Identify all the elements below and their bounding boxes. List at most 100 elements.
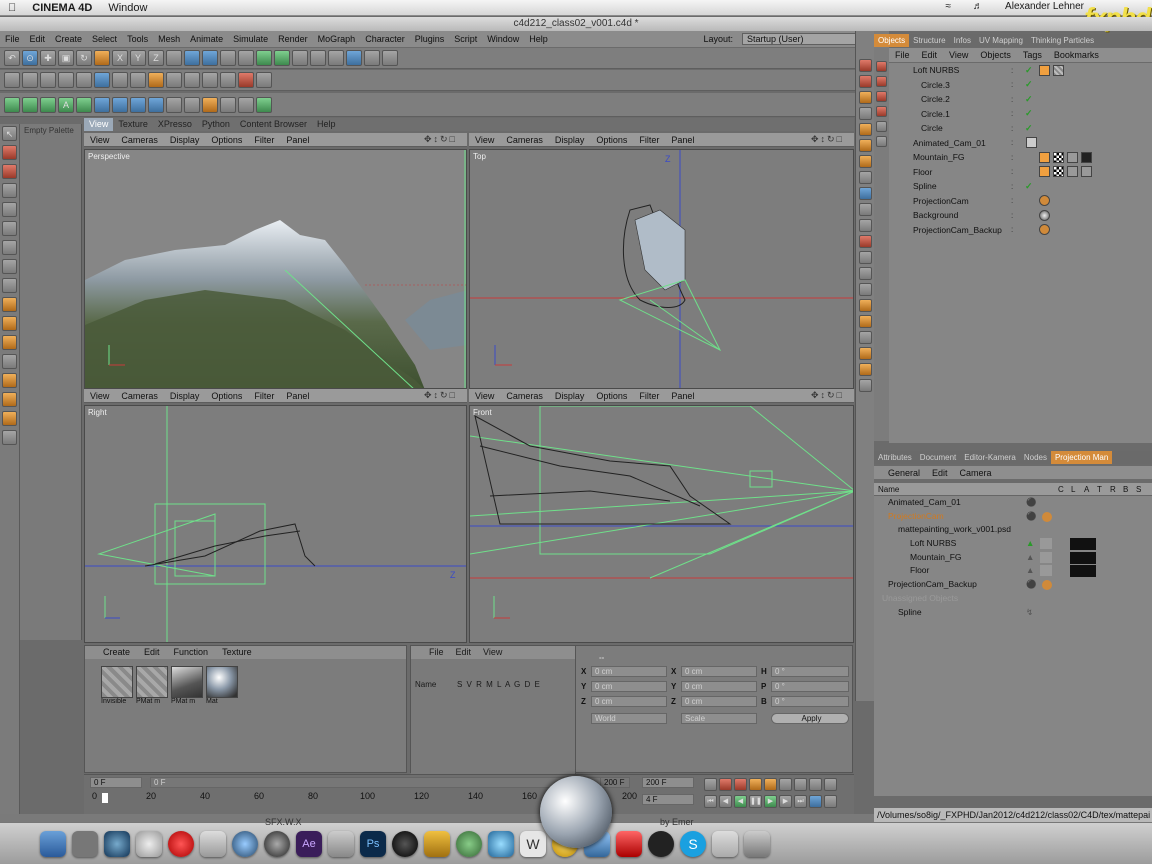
- messenger-icon[interactable]: [456, 830, 482, 857]
- vp-menu-display[interactable]: Display: [164, 135, 206, 145]
- app-menu[interactable]: CINEMA 4D: [24, 2, 100, 14]
- after-effects-icon[interactable]: Ae: [296, 830, 322, 857]
- projection-tag-icon[interactable]: [1042, 511, 1052, 522]
- tab-document[interactable]: Document: [916, 451, 960, 464]
- projection-row[interactable]: Mountain_FG ▲: [874, 551, 1152, 565]
- dynamics-icon[interactable]: [202, 96, 218, 113]
- vp-menu-cameras[interactable]: Cameras: [115, 391, 164, 401]
- workplane-icon[interactable]: [76, 72, 92, 88]
- enabled-check-icon[interactable]: ✓: [1025, 65, 1033, 76]
- enabled-check-icon[interactable]: ✓: [1025, 79, 1033, 90]
- projection-row[interactable]: mattepainting_work_v001.psd: [874, 523, 1152, 537]
- object-row[interactable]: Floor:: [889, 165, 1152, 180]
- menu-character[interactable]: Character: [360, 34, 410, 44]
- param-key-icon[interactable]: [809, 778, 822, 791]
- keyframe-icon[interactable]: [256, 72, 272, 88]
- enabled-check-icon[interactable]: ✓: [1025, 108, 1033, 119]
- magnet-icon[interactable]: [2, 164, 17, 179]
- objects-layer-icon[interactable]: [876, 76, 887, 87]
- projection-row[interactable]: Floor ▲: [874, 564, 1152, 578]
- tab-nodes[interactable]: Nodes: [1020, 451, 1051, 464]
- vp-menu-filter[interactable]: Filter: [248, 391, 280, 401]
- vp-menu-display[interactable]: Display: [549, 135, 591, 145]
- projection-row[interactable]: Spline ↯: [874, 606, 1152, 620]
- go-to-end-icon[interactable]: ⏭: [794, 795, 807, 808]
- viewport-nav-icons[interactable]: ✥↕↻□: [418, 134, 463, 145]
- world-dropdown[interactable]: World: [591, 713, 667, 724]
- object-row[interactable]: Background:: [889, 208, 1152, 223]
- select-arrow-icon[interactable]: ↖: [2, 126, 17, 141]
- phong-tag-icon[interactable]: [1039, 151, 1050, 163]
- compositing-tag-icon[interactable]: [1053, 151, 1064, 163]
- pm-menu-camera[interactable]: Camera: [954, 468, 998, 478]
- recent-tool-icon[interactable]: [94, 50, 110, 66]
- start-frame-field[interactable]: 0 F: [90, 777, 142, 788]
- instance-icon[interactable]: [858, 283, 872, 296]
- mograph-cloner-icon[interactable]: [4, 96, 20, 113]
- object-row[interactable]: Mountain_FG:: [889, 150, 1152, 165]
- sound-icon[interactable]: [858, 235, 872, 248]
- material-swatch[interactable]: PMat m: [136, 666, 168, 708]
- phong-tag-icon[interactable]: [1039, 64, 1050, 76]
- compositing-tag-icon[interactable]: [1053, 166, 1064, 178]
- viewport-nav-icons[interactable]: ✥↕↻□: [805, 390, 850, 401]
- menu-mesh[interactable]: Mesh: [153, 34, 185, 44]
- size-z-field[interactable]: 0 cm: [681, 696, 757, 707]
- vp-menu-filter[interactable]: Filter: [633, 135, 665, 145]
- paint-icon[interactable]: [2, 373, 17, 388]
- object-mode-icon[interactable]: [40, 72, 56, 88]
- prev-key-icon[interactable]: ◀: [719, 795, 732, 808]
- sky-icon[interactable]: [858, 139, 872, 152]
- polygon-pen-icon[interactable]: [2, 278, 17, 293]
- mograph-fracture-icon[interactable]: [22, 96, 38, 113]
- grid-icon[interactable]: [2, 259, 17, 274]
- mat-menu-edit[interactable]: Edit: [137, 646, 167, 659]
- render-view-icon[interactable]: [184, 50, 200, 66]
- vp-menu-filter[interactable]: Filter: [248, 135, 280, 145]
- layout-icon[interactable]: [858, 59, 872, 72]
- vp-menu-panel[interactable]: Panel: [280, 391, 315, 401]
- object-row[interactable]: Circle.2: ✓: [889, 92, 1152, 107]
- lock-workplane-icon[interactable]: [202, 72, 218, 88]
- spline-icon[interactable]: ↯: [1026, 607, 1033, 618]
- tab-thinking-particles[interactable]: Thinking Particles: [1027, 34, 1098, 47]
- layer-icon[interactable]: [2, 430, 17, 445]
- menu-create[interactable]: Create: [50, 34, 87, 44]
- scale-key-icon[interactable]: [779, 778, 792, 791]
- vp-menu-panel[interactable]: Panel: [665, 391, 700, 401]
- mat-menu-create[interactable]: Create: [85, 646, 137, 659]
- tab-help[interactable]: Help: [312, 118, 341, 131]
- obj-menu-edit[interactable]: Edit: [916, 50, 944, 60]
- menu-window[interactable]: Window: [482, 34, 524, 44]
- visibility-dots[interactable]: :: [1011, 109, 1025, 118]
- apple-icon[interactable]: : [0, 2, 24, 14]
- texture-tag-icon[interactable]: [858, 363, 872, 376]
- object-row[interactable]: Circle.3: ✓: [889, 78, 1152, 93]
- finder-window-icon[interactable]: [328, 830, 354, 857]
- documents-stack-icon[interactable]: [712, 830, 738, 857]
- polygons-mode-icon[interactable]: [130, 72, 146, 88]
- vp-menu-options[interactable]: Options: [590, 391, 633, 401]
- effector-random-icon[interactable]: [112, 96, 128, 113]
- camera-tag-icon[interactable]: [1026, 137, 1037, 149]
- material-swatch[interactable]: PMat m: [171, 666, 203, 708]
- photoshop-icon[interactable]: Ps: [360, 830, 386, 857]
- joint-tool-icon[interactable]: [184, 96, 200, 113]
- vp-menu-options[interactable]: Options: [205, 135, 248, 145]
- position-key-icon[interactable]: [764, 778, 777, 791]
- scale-icon[interactable]: ▣: [58, 50, 74, 66]
- vp-menu-display[interactable]: Display: [164, 391, 206, 401]
- scale-tool-icon[interactable]: [2, 335, 17, 350]
- tab-structure[interactable]: Structure: [909, 34, 949, 47]
- snap-icon[interactable]: [184, 72, 200, 88]
- edit-mode-icon[interactable]: [4, 72, 20, 88]
- record-icon[interactable]: [719, 778, 732, 791]
- projection-tag-icon[interactable]: [1042, 580, 1052, 591]
- undo-icon[interactable]: ↶: [4, 50, 20, 66]
- cinema4d-icon[interactable]: [264, 830, 290, 857]
- right-viewport[interactable]: Z Right: [84, 405, 467, 643]
- play-backward-icon[interactable]: ◀: [734, 795, 747, 808]
- object-row[interactable]: Animated_Cam_01:: [889, 136, 1152, 151]
- size-y-field[interactable]: 0 cm: [681, 681, 757, 692]
- layer-swatch[interactable]: [1040, 565, 1052, 577]
